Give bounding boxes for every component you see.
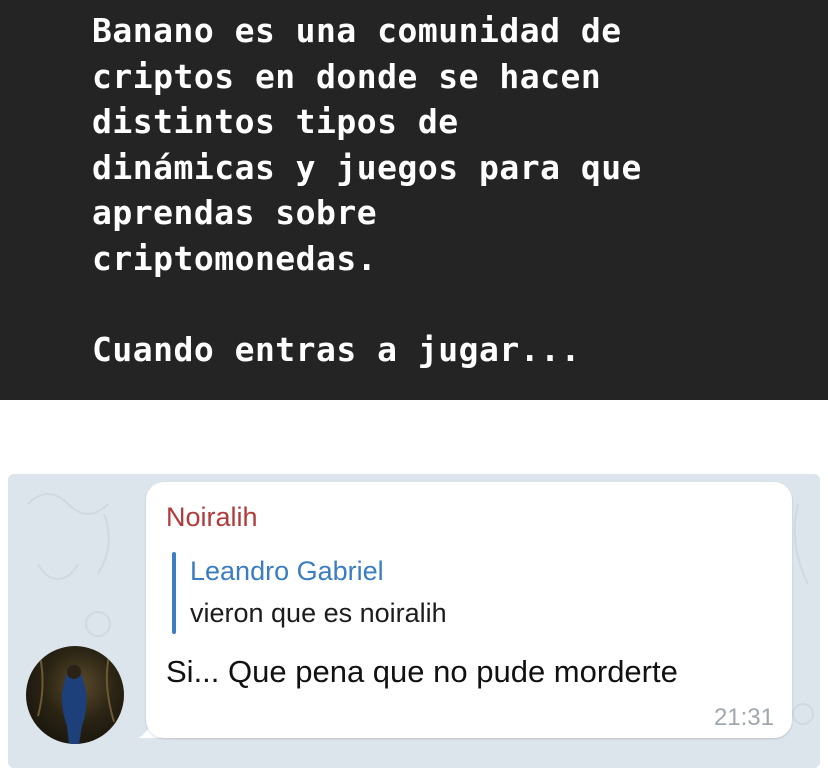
avatar-photo-icon [37, 651, 115, 744]
caption-line: criptos en donde se hacen [92, 56, 602, 96]
sender-name[interactable]: Noiralih [166, 502, 258, 533]
chat-screenshot: Noiralih Leandro Gabriel vieron que es n… [8, 474, 820, 768]
caption-line: aprendas sobre [92, 193, 378, 232]
message-timestamp: 21:31 [713, 704, 774, 731]
reply-text: vieron que es noiralih [190, 598, 447, 628]
caption-line: criptomonedas. [92, 238, 378, 278]
caption-line: distintos tipos de [92, 102, 459, 141]
message-bubble[interactable]: Noiralih Leandro Gabriel vieron que es n… [146, 482, 792, 738]
caption-line: dinámicas y juegos para que [92, 147, 642, 187]
meme-caption-text: Banano es una comunidad de criptos en do… [92, 8, 812, 372]
caption-line: Banano es una comunidad de [92, 11, 622, 50]
reply-author: Leandro Gabriel [190, 556, 384, 586]
reply-quote[interactable]: Leandro Gabriel vieron que es noiralih [172, 552, 572, 634]
sender-avatar[interactable] [26, 646, 124, 744]
reply-quote-bar [172, 552, 176, 634]
caption-line: Cuando entras a jugar... [92, 329, 581, 369]
message-text: Si... Que pena que no pude morderte [166, 654, 678, 689]
meme-caption-panel: Banano es una comunidad de criptos en do… [0, 0, 828, 400]
